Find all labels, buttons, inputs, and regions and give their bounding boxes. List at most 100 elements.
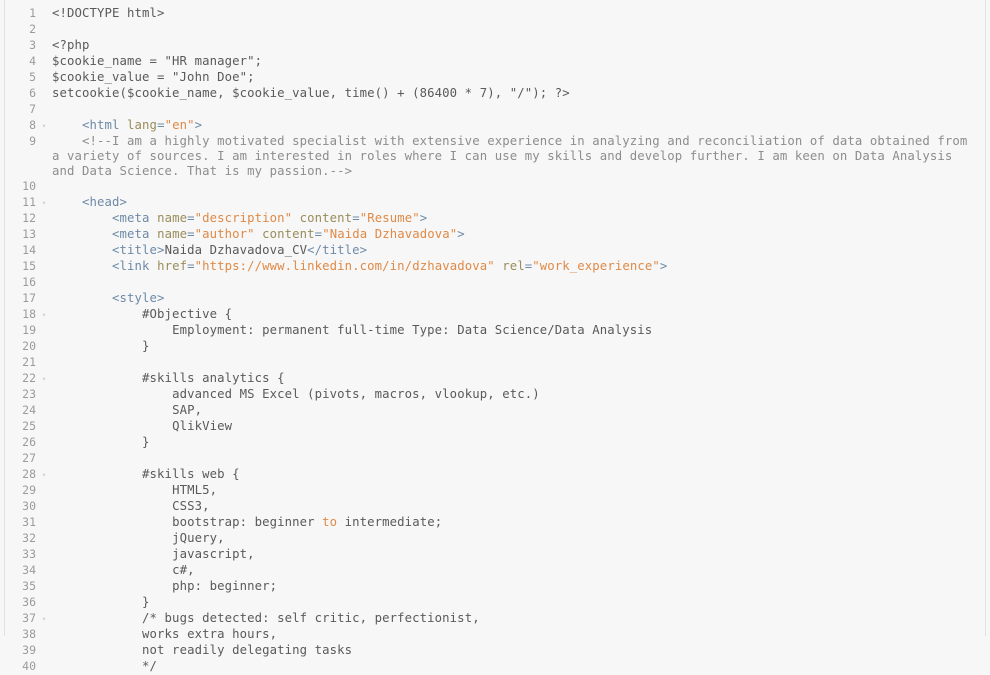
code-text[interactable]: QlikView: [52, 419, 990, 434]
code-text[interactable]: }: [52, 435, 990, 450]
fold-chevron-down-icon[interactable]: ▾: [36, 611, 52, 627]
fold-chevron-down-icon[interactable]: ▾: [36, 118, 52, 134]
code-line[interactable]: 28 ▾ #skills web {: [0, 467, 990, 483]
code-text[interactable]: bootstrap: beginner to intermediate;: [52, 515, 990, 530]
code-text[interactable]: <style>: [52, 291, 990, 306]
code-text[interactable]: <meta name="description" content="Resume…: [52, 211, 990, 226]
code-text[interactable]: not readily delegating tasks: [52, 643, 990, 658]
code-text[interactable]: jQuery,: [52, 531, 990, 546]
line-number: 20: [22, 339, 36, 353]
code-text[interactable]: <html lang="en">: [52, 118, 990, 133]
code-line[interactable]: 35 php: beginner;: [0, 579, 990, 595]
code-line[interactable]: 34 c#,: [0, 563, 990, 579]
code-line[interactable]: 36 }: [0, 595, 990, 611]
code-text[interactable]: php: beginner;: [52, 579, 990, 594]
code-text[interactable]: #skills web {: [52, 467, 990, 482]
code-text[interactable]: <meta name="author" content="Naida Dzhav…: [52, 227, 990, 242]
code-line[interactable]: 25 QlikView: [0, 419, 990, 435]
line-number: 39: [22, 643, 36, 657]
code-text[interactable]: advanced MS Excel (pivots, macros, vlook…: [52, 387, 990, 402]
code-line[interactable]: 24 SAP,: [0, 403, 990, 419]
code-line[interactable]: 7: [0, 102, 990, 118]
code-text[interactable]: <!DOCTYPE html>: [52, 6, 990, 21]
line-number: 30: [22, 499, 36, 513]
code-text[interactable]: [52, 275, 990, 290]
code-line[interactable]: 38 works extra hours,: [0, 627, 990, 643]
code-line[interactable]: 2: [0, 22, 990, 38]
code-line[interactable]: 9 <!--I am a highly motivated specialist…: [0, 134, 990, 179]
code-text[interactable]: /* bugs detected: self critic, perfectio…: [52, 611, 990, 626]
fold-chevron-down-icon[interactable]: ▾: [36, 307, 52, 323]
token-plain: javascript,: [52, 547, 255, 561]
code-line[interactable]: 8 ▾ <html lang="en">: [0, 118, 990, 134]
code-line[interactable]: 30 CSS3,: [0, 499, 990, 515]
fold-chevron-down-icon[interactable]: ▾: [36, 195, 52, 211]
code-line[interactable]: 5 $cookie_value = "John Doe";: [0, 70, 990, 86]
code-line[interactable]: 13 <meta name="author" content="Naida Dz…: [0, 227, 990, 243]
code-text[interactable]: Employment: permanent full-time Type: Da…: [52, 323, 990, 338]
code-line[interactable]: 10: [0, 179, 990, 195]
code-line[interactable]: 37 ▾ /* bugs detected: self critic, perfe…: [0, 611, 990, 627]
code-text[interactable]: javascript,: [52, 547, 990, 562]
code-text[interactable]: [52, 179, 990, 194]
code-text[interactable]: }: [52, 339, 990, 354]
code-text[interactable]: <!--I am a highly motivated specialist w…: [52, 134, 990, 179]
code-text[interactable]: <link href="https://www.linkedin.com/in/…: [52, 259, 990, 274]
code-line[interactable]: 1 <!DOCTYPE html>: [0, 6, 990, 22]
code-line[interactable]: 12 <meta name="description" content="Res…: [0, 211, 990, 227]
code-line[interactable]: 20 }: [0, 339, 990, 355]
code-line[interactable]: 22 ▾ #skills analytics {: [0, 371, 990, 387]
code-text[interactable]: setcookie($cookie_name, $cookie_value, t…: [52, 86, 990, 101]
code-text[interactable]: c#,: [52, 563, 990, 578]
code-line[interactable]: 40 */: [0, 659, 990, 675]
token-plain: <!DOCTYPE html>: [52, 6, 165, 20]
code-line[interactable]: 21: [0, 355, 990, 371]
code-text[interactable]: works extra hours,: [52, 627, 990, 642]
code-text[interactable]: #Objective {: [52, 307, 990, 322]
line-number: 4: [29, 54, 36, 68]
code-line[interactable]: 23 advanced MS Excel (pivots, macros, vl…: [0, 387, 990, 403]
code-text[interactable]: [52, 102, 990, 117]
code-line[interactable]: 39 not readily delegating tasks: [0, 643, 990, 659]
code-line[interactable]: 33 javascript,: [0, 547, 990, 563]
code-text[interactable]: $cookie_name = "HR manager";: [52, 54, 990, 69]
token-plain: }: [52, 339, 150, 353]
code-text[interactable]: <?php: [52, 38, 990, 53]
fold-chevron-down-icon[interactable]: ▾: [36, 467, 52, 483]
code-line[interactable]: 17 <style>: [0, 291, 990, 307]
code-text[interactable]: HTML5,: [52, 483, 990, 498]
code-text[interactable]: }: [52, 595, 990, 610]
token-plain: CSS3,: [52, 499, 210, 513]
code-line[interactable]: 26 }: [0, 435, 990, 451]
code-text[interactable]: #skills analytics {: [52, 371, 990, 386]
code-line[interactable]: 3 <?php: [0, 38, 990, 54]
line-number: 38: [22, 627, 36, 641]
code-text[interactable]: SAP,: [52, 403, 990, 418]
code-line[interactable]: 11 ▾ <head>: [0, 195, 990, 211]
code-line[interactable]: 4 $cookie_name = "HR manager";: [0, 54, 990, 70]
code-line[interactable]: 32 jQuery,: [0, 531, 990, 547]
code-line[interactable]: 6 setcookie($cookie_name, $cookie_value,…: [0, 86, 990, 102]
code-editor[interactable]: 1 <!DOCTYPE html> 2 3 <?php 4 $cookie_name…: [0, 0, 990, 673]
fold-chevron-down-icon[interactable]: ▾: [36, 371, 52, 387]
code-line[interactable]: 29 HTML5,: [0, 483, 990, 499]
code-text[interactable]: [52, 22, 990, 37]
code-line[interactable]: 27: [0, 451, 990, 467]
code-text[interactable]: [52, 451, 990, 466]
code-text[interactable]: */: [52, 659, 990, 674]
code-line[interactable]: 16: [0, 275, 990, 291]
code-line[interactable]: 18 ▾ #Objective {: [0, 307, 990, 323]
code-text[interactable]: <title>Naida Dzhavadova_CV</title>: [52, 243, 990, 258]
code-content-area[interactable]: 1 <!DOCTYPE html> 2 3 <?php 4 $cookie_name…: [0, 0, 990, 673]
code-line[interactable]: 15 <link href="https://www.linkedin.com/…: [0, 259, 990, 275]
code-text[interactable]: $cookie_value = "John Doe";: [52, 70, 990, 85]
code-line[interactable]: 19 Employment: permanent full-time Type:…: [0, 323, 990, 339]
code-line[interactable]: 31 bootstrap: beginner to intermediate;: [0, 515, 990, 531]
code-text[interactable]: CSS3,: [52, 499, 990, 514]
code-text[interactable]: [52, 355, 990, 370]
code-text[interactable]: <head>: [52, 195, 990, 210]
code-line[interactable]: 14 <title>Naida Dzhavadova_CV</title>: [0, 243, 990, 259]
